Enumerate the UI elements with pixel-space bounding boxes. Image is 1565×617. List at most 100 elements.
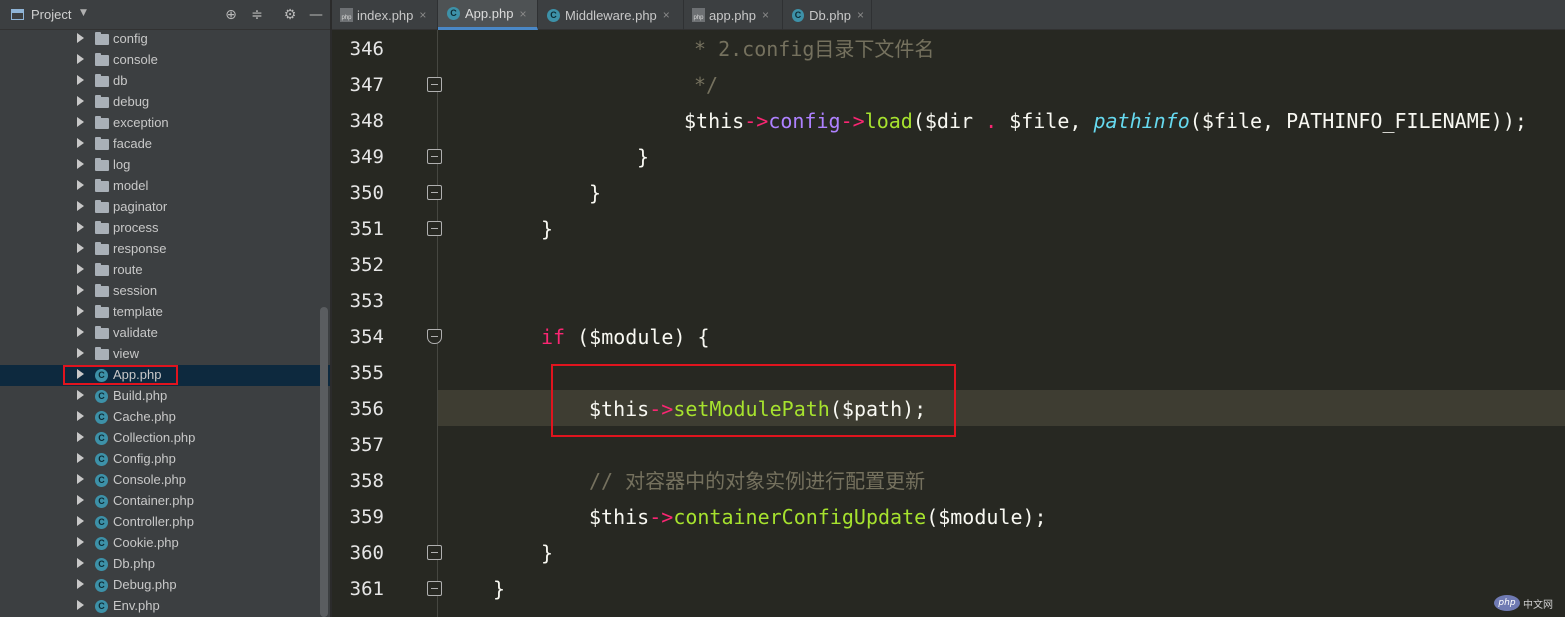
close-icon[interactable]: × (762, 8, 769, 22)
chevron-down-icon[interactable]: ▼ (80, 8, 87, 18)
tree-item-label: config (113, 31, 148, 46)
code-line[interactable]: } (589, 175, 601, 211)
expand-arrow-icon[interactable] (77, 33, 84, 43)
collapse-all-icon[interactable]: ≑ (247, 5, 267, 25)
code-line[interactable]: // 对容器中的对象实例进行配置更新 (589, 463, 925, 499)
tree-folder[interactable]: db (0, 71, 330, 92)
tree-folder[interactable]: config (0, 29, 330, 50)
tree-folder[interactable]: route (0, 260, 330, 281)
fold-marker-icon[interactable] (427, 185, 442, 200)
editor-tab[interactable]: C Middleware.php × (538, 0, 684, 30)
expand-arrow-icon[interactable] (77, 159, 84, 169)
tree-folder[interactable]: facade (0, 134, 330, 155)
tree-item-label: Collection.php (113, 430, 196, 445)
tree-folder[interactable]: view (0, 344, 330, 365)
expand-arrow-icon[interactable] (77, 579, 84, 589)
expand-arrow-icon[interactable] (77, 453, 84, 463)
tree-item-label: exception (113, 115, 169, 130)
close-icon[interactable]: × (663, 8, 670, 22)
tree-file[interactable]: C Console.php (0, 470, 330, 491)
expand-arrow-icon[interactable] (77, 75, 84, 85)
code-editor[interactable]: 346 347 348 349 350 351 352 353 354 355 356 357 358 3… (332, 30, 1565, 617)
editor-tab[interactable]: php index.php × (332, 0, 438, 30)
tree-file[interactable]: C Controller.php (0, 512, 330, 533)
expand-arrow-icon[interactable] (77, 348, 84, 358)
tree-folder[interactable]: session (0, 281, 330, 302)
tree-file[interactable]: C Debug.php (0, 575, 330, 596)
tree-file[interactable]: C Cookie.php (0, 533, 330, 554)
line-number: 350 (349, 182, 384, 204)
code-line[interactable]: } (493, 571, 505, 607)
expand-arrow-icon[interactable] (77, 243, 84, 253)
code-token: -> (649, 505, 674, 529)
project-view-selector[interactable]: Project (31, 7, 71, 22)
editor-tab[interactable]: php app.php × (684, 0, 783, 30)
expand-arrow-icon[interactable] (77, 558, 84, 568)
code-line[interactable]: * 2.config目录下文件名 (694, 31, 934, 67)
tree-file[interactable]: C Cache.php (0, 407, 330, 428)
annotation-highlight-box (551, 364, 956, 437)
tree-folder[interactable]: console (0, 50, 330, 71)
tree-file[interactable]: C Build.php (0, 386, 330, 407)
tree-folder[interactable]: exception (0, 113, 330, 134)
fold-marker-icon[interactable] (427, 77, 442, 92)
tree-folder[interactable]: template (0, 302, 330, 323)
tree-file[interactable]: C Collection.php (0, 428, 330, 449)
tree-file[interactable]: C Config.php (0, 449, 330, 470)
tree-folder[interactable]: process (0, 218, 330, 239)
tree-file[interactable]: C Container.php (0, 491, 330, 512)
expand-arrow-icon[interactable] (77, 537, 84, 547)
expand-arrow-icon[interactable] (77, 474, 84, 484)
expand-arrow-icon[interactable] (77, 411, 84, 421)
fold-marker-icon[interactable] (427, 329, 442, 344)
expand-arrow-icon[interactable] (77, 600, 84, 610)
sidebar-scrollbar[interactable] (320, 307, 328, 617)
fold-marker-icon[interactable] (427, 581, 442, 596)
tree-file[interactable]: C Env.php (0, 596, 330, 617)
tree-item-label: Build.php (113, 388, 168, 403)
expand-arrow-icon[interactable] (77, 117, 84, 127)
code-line[interactable]: } (541, 535, 553, 571)
code-line[interactable]: $this->containerConfigUpdate($module); (589, 499, 1047, 535)
expand-arrow-icon[interactable] (77, 516, 84, 526)
editor-tab[interactable]: C Db.php × (783, 0, 872, 30)
expand-arrow-icon[interactable] (77, 390, 84, 400)
tree-folder[interactable]: response (0, 239, 330, 260)
tree-folder[interactable]: debug (0, 92, 330, 113)
expand-arrow-icon[interactable] (77, 306, 84, 316)
code-line[interactable]: } (541, 211, 553, 247)
tree-folder[interactable]: model (0, 176, 330, 197)
expand-arrow-icon[interactable] (77, 432, 84, 442)
expand-arrow-icon[interactable] (77, 180, 84, 190)
tree-file[interactable]: C Db.php (0, 554, 330, 575)
folder-icon (95, 53, 109, 66)
minimize-icon[interactable]: — (306, 5, 326, 25)
fold-marker-icon[interactable] (427, 149, 442, 164)
code-token: } (493, 577, 506, 601)
code-line[interactable]: } (637, 139, 649, 175)
expand-arrow-icon[interactable] (77, 201, 84, 211)
tree-folder[interactable]: log (0, 155, 330, 176)
tree-folder[interactable]: paginator (0, 197, 330, 218)
fold-marker-icon[interactable] (427, 221, 442, 236)
expand-arrow-icon[interactable] (77, 327, 84, 337)
code-line[interactable]: $this->config->load($dir . $file, pathin… (684, 103, 1527, 139)
expand-arrow-icon[interactable] (77, 222, 84, 232)
expand-arrow-icon[interactable] (77, 264, 84, 274)
gear-icon[interactable]: ⚙ (280, 5, 300, 25)
expand-arrow-icon[interactable] (77, 495, 84, 505)
fold-marker-icon[interactable] (427, 545, 442, 560)
locate-icon[interactable]: ⊕ (221, 5, 241, 25)
editor-tab[interactable]: C App.php × (438, 0, 538, 30)
close-icon[interactable]: × (419, 8, 426, 22)
expand-arrow-icon[interactable] (77, 96, 84, 106)
expand-arrow-icon[interactable] (77, 138, 84, 148)
code-line[interactable]: */ (694, 67, 718, 103)
close-icon[interactable]: × (857, 8, 864, 22)
expand-arrow-icon[interactable] (77, 54, 84, 64)
expand-arrow-icon[interactable] (77, 285, 84, 295)
tree-folder[interactable]: validate (0, 323, 330, 344)
close-icon[interactable]: × (519, 7, 526, 21)
code-line[interactable]: if ($module) { (541, 319, 710, 355)
folder-icon (95, 74, 109, 87)
